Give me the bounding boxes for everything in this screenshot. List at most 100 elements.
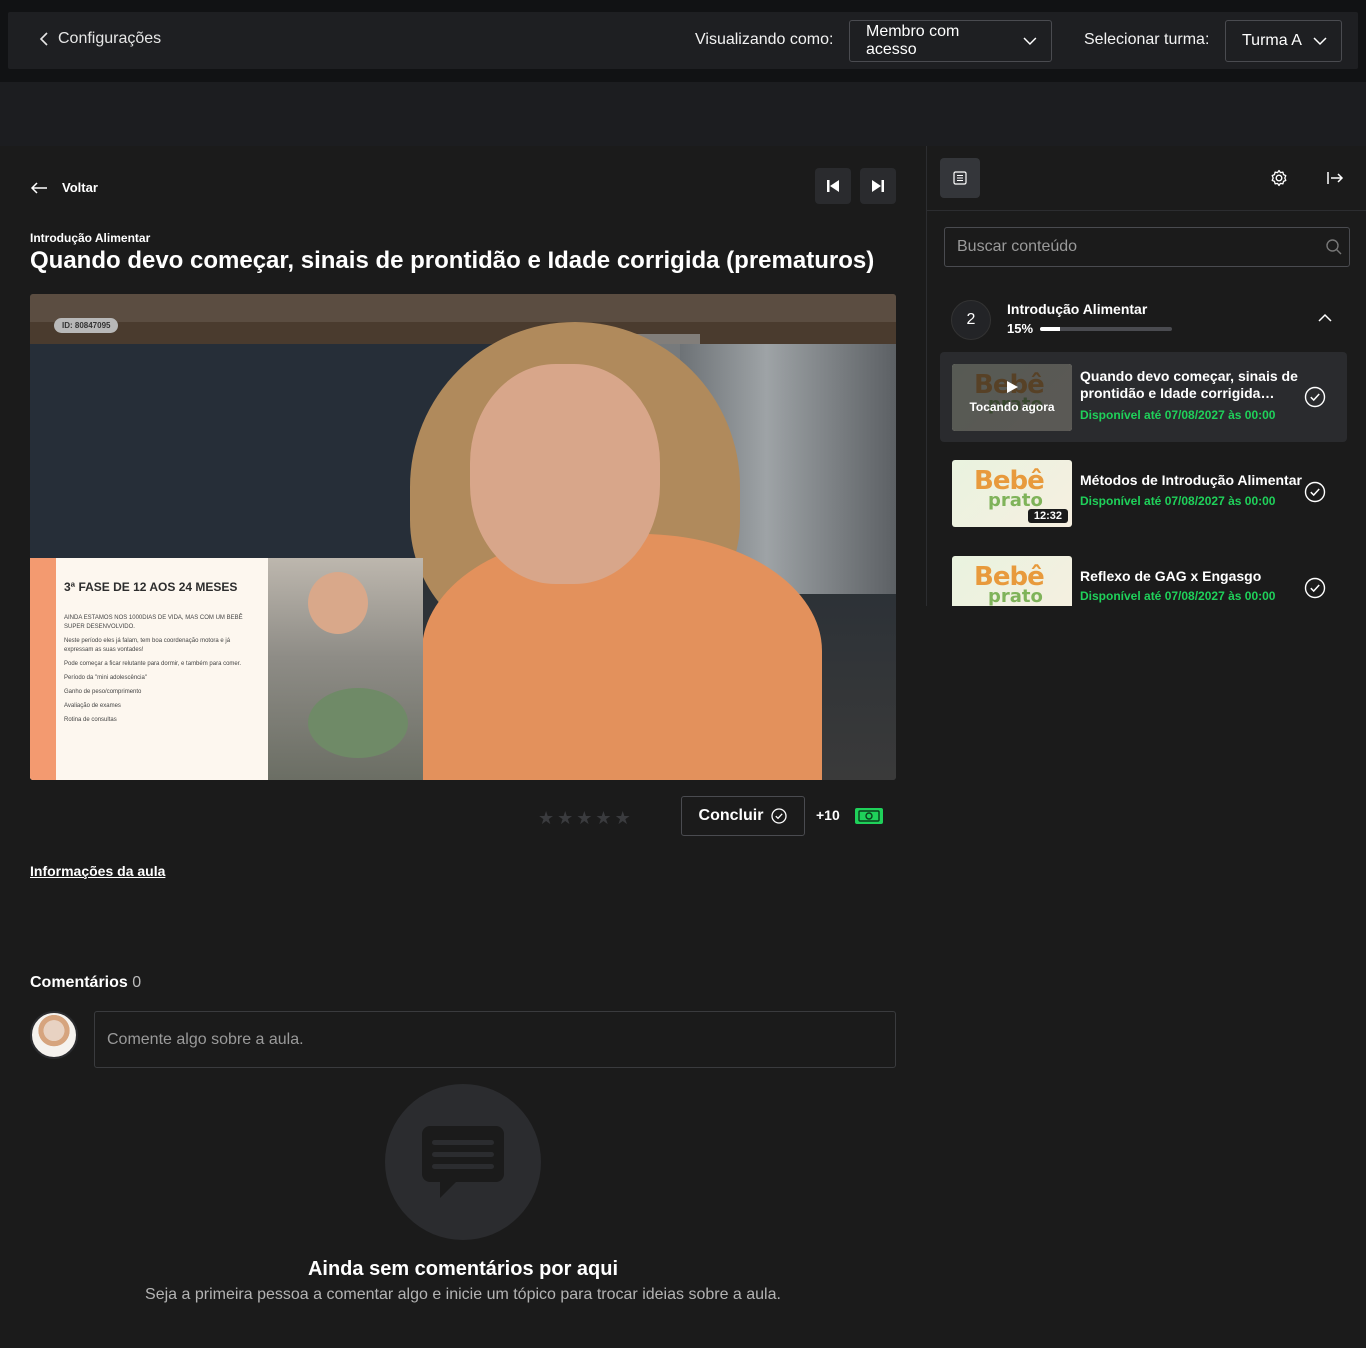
lesson-item-active[interactable]: Bebê prato Tocando agora Quando devo com… [940,352,1347,442]
check-circle-icon[interactable] [1304,386,1326,408]
skip-previous-icon [827,180,839,192]
chevron-left-icon [39,32,48,46]
module-number: 2 [951,300,991,340]
comment-input[interactable] [94,1011,896,1068]
star-icon[interactable]: ★ [576,808,592,829]
video-kitchen-cabinet [30,322,896,344]
lesson-info-link[interactable]: Informações da aula [30,863,165,879]
now-playing-label: Tocando agora [969,400,1055,414]
slide-line: Neste período eles já falam, tem boa coo… [64,638,231,653]
slide-line: Pode começar a ficar relutante para dorm… [64,661,242,667]
lesson-availability: Disponível até 07/08/2027 às 00:00 [1080,408,1276,422]
star-icon[interactable]: ★ [538,808,554,829]
comments-count: 0 [132,974,142,991]
lesson-title: Métodos de Introdução Alimentar [1080,472,1302,488]
chat-bubble-icon [422,1126,504,1198]
conclude-label: Concluir [698,807,764,824]
points-reward: +10 [816,807,840,823]
slide-text: AINDA ESTAMOS NOS 1000DIAS DE VIDA, MAS … [64,614,260,730]
avatar [30,1011,78,1059]
collapse-sidebar-icon[interactable] [1325,168,1345,188]
back-label: Voltar [62,180,98,195]
previous-lesson-button[interactable] [815,168,851,204]
presenter-body [422,534,822,780]
class-select-value: Turma A [1242,32,1302,49]
lesson-main: Voltar Introdução Alimentar Quando devo … [0,146,926,1348]
sidebar-divider [927,210,1366,211]
thumb-brand-line2: prato [988,490,1043,511]
viewing-as-value: Membro com acesso [866,23,960,58]
lesson-title: Reflexo de GAG x Engasgo [1080,568,1262,584]
settings-bar: Configurações Visualizando como: Membro … [8,12,1358,69]
back-to-settings-label: Configurações [58,30,162,47]
search-input[interactable] [944,227,1350,267]
video-slide-overlay: 3ª FASE DE 12 AOS 24 MESES AINDA ESTAMOS… [30,558,268,780]
skip-next-icon [872,180,884,192]
viewing-as-select[interactable]: Membro com acesso [849,20,1052,62]
lesson-list: Bebê prato Tocando agora Quando devo com… [927,346,1366,606]
star-icon[interactable]: ★ [557,808,573,829]
chevron-down-icon [1313,37,1327,46]
next-lesson-button[interactable] [860,168,896,204]
thumbnail-shade [952,364,1072,431]
lesson-title: Quando devo começar, sinais de prontidão… [1080,368,1298,401]
thumb-brand-line2: prato [988,586,1043,606]
content-sidebar: 2 Introdução Alimentar 15% Bebê prato To… [926,146,1366,606]
arrow-left-icon [30,181,47,194]
rating-stars[interactable]: ★ ★ ★ ★ ★ [538,808,631,829]
chevron-down-icon [1023,37,1037,46]
star-icon[interactable]: ★ [595,808,611,829]
lesson-item[interactable]: Bebê prato Reflexo de GAG x Engasgo Disp… [940,544,1347,606]
check-circle-icon [771,808,788,824]
lesson-item[interactable]: Bebê prato 12:32 Métodos de Introdução A… [940,448,1347,538]
lesson-thumbnail: Bebê prato [952,556,1072,606]
video-kitchen-shelf [30,294,896,324]
slide-line: Período da "mini adolescência" [64,675,147,681]
presenter-face [470,364,660,584]
search-icon [1326,239,1342,255]
module-progress-bar [1040,327,1172,331]
lesson-title: Quando devo começar, sinais de prontidão… [30,247,875,274]
header-band [0,82,1366,146]
check-circle-icon[interactable] [1304,577,1326,599]
empty-comments-title: Ainda sem comentários por aqui [307,1258,619,1280]
check-circle-icon[interactable] [1304,481,1326,503]
content-list-tab[interactable] [940,158,980,198]
class-select[interactable]: Turma A [1225,20,1342,62]
lesson-availability: Disponível até 07/08/2027 às 00:00 [1080,494,1276,508]
chevron-up-icon[interactable] [1318,313,1332,323]
money-ticket-icon [855,808,883,824]
module-progress-fill [1040,327,1060,331]
slide-line: Ganho de peso/comprimento [64,689,142,695]
comments-heading: Comentários 0 [30,974,141,992]
back-to-settings-link[interactable]: Configurações [38,30,161,48]
slide-line: Avaliação de exames [64,703,121,709]
list-icon [953,171,967,185]
lesson-thumbnail: Bebê prato Tocando agora [952,364,1072,431]
baby-head [308,572,368,634]
back-button[interactable]: Voltar [30,180,98,195]
slide-title: 3ª FASE DE 12 AOS 24 MESES [64,580,238,594]
slide-line: AINDA ESTAMOS NOS 1000DIAS DE VIDA, MAS … [64,615,243,630]
slide-sidebar [30,558,56,780]
viewing-as-label: Visualizando como: [695,31,834,48]
conclude-button[interactable]: Concluir [681,796,805,836]
play-icon [1007,381,1018,393]
star-icon[interactable]: ★ [615,808,631,829]
lesson-availability: Disponível até 07/08/2027 às 00:00 [1080,589,1276,603]
baby-plate [308,688,408,758]
module-progress-label: 15% [1007,321,1034,336]
lesson-duration: 12:32 [1027,509,1068,523]
gear-icon[interactable] [1269,168,1289,188]
lesson-thumbnail: Bebê prato 12:32 [952,460,1072,527]
select-class-label: Selecionar turma: [1084,31,1210,48]
empty-comments-subtitle: Seja a primeira pessoa a comentar algo e… [145,1286,781,1303]
comments-title: Comentários [30,974,128,991]
slide-line: Rotina de consultas [64,717,117,723]
module-title[interactable]: Introdução Alimentar [1007,301,1147,317]
video-id-tag: ID: 80847095 [54,318,119,333]
module-breadcrumb: Introdução Alimentar [30,231,151,245]
video-player[interactable]: ID: 80847095 3ª FASE DE 12 AOS 24 MESES … [30,294,896,780]
empty-comments-illustration [385,1084,541,1240]
video-baby-photo [268,558,423,780]
